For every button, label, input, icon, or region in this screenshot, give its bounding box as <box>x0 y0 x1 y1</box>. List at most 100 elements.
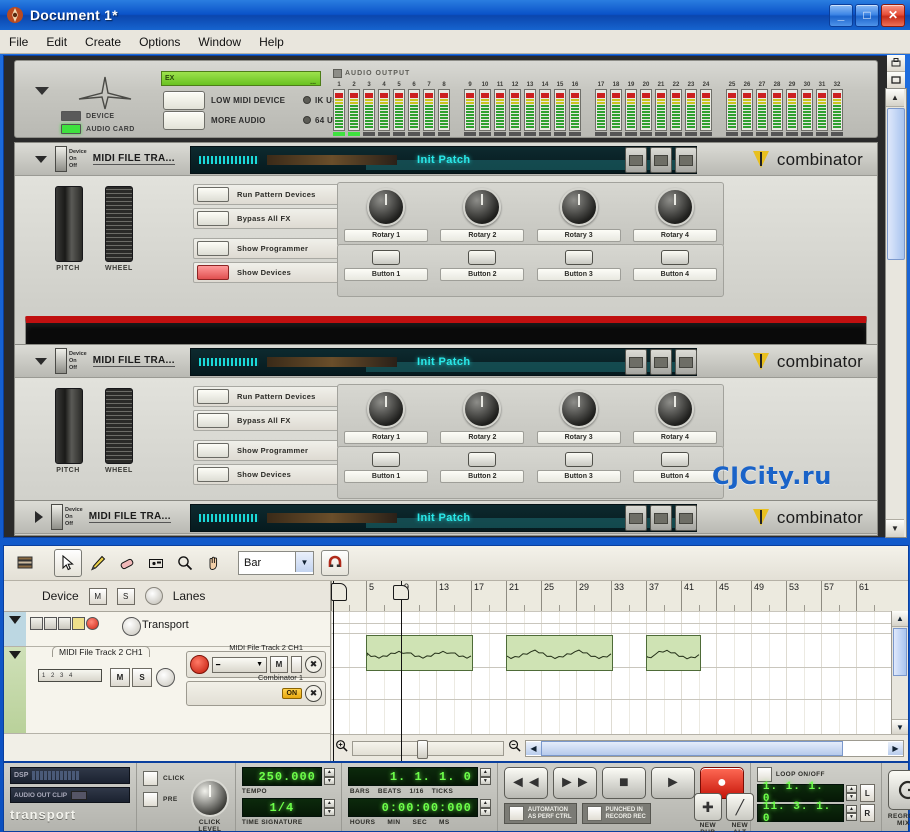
hscroll-left-button[interactable]: ◀ <box>526 741 541 755</box>
track-solo-button[interactable]: S <box>132 668 152 687</box>
rotary-3-knob-1[interactable] <box>559 188 598 226</box>
arrange-vertical-scrollbar[interactable]: ▲ ▼ <box>891 611 908 735</box>
rack-print-icon[interactable] <box>887 55 905 72</box>
zoom-slider-thumb[interactable] <box>417 739 428 759</box>
automation-as-perf-ctrl-toggle[interactable]: AUTOMATION AS PERF CTRL <box>503 803 577 824</box>
bypass-all-fx-button-1[interactable] <box>197 211 229 226</box>
forward-button[interactable]: ►► <box>552 767 597 799</box>
menu-options[interactable]: Options <box>130 33 189 51</box>
position-value[interactable]: 1. 1. 1. 0 <box>347 767 478 786</box>
timeline-ruler[interactable]: 15913172125293337414549535761 <box>331 581 908 612</box>
combinator-device-3[interactable]: Device On Off MIDI FILE TRA... Init Patc… <box>14 500 878 536</box>
mod-wheel-1[interactable]: WHEEL <box>105 186 133 272</box>
loop-right-value[interactable]: 11. 3. 1. 0 <box>756 801 845 825</box>
new-dub-button[interactable]: ✚ <box>693 793 722 821</box>
arrow-tool-icon[interactable] <box>54 549 82 577</box>
show-programmer-button-1[interactable] <box>197 241 229 256</box>
patch-save-button-2[interactable] <box>675 349 697 375</box>
arrangement-area[interactable]: 15913172125293337414549535761 ▲ ▼ <box>331 581 908 761</box>
lane-level-button[interactable] <box>291 656 302 673</box>
rack-scroll-down-button[interactable]: ▼ <box>886 519 904 537</box>
button-3-switch-1[interactable] <box>564 250 593 265</box>
menu-window[interactable]: Window <box>189 33 250 51</box>
rotary-2-knob-1[interactable] <box>463 188 502 226</box>
rack-window-icon[interactable] <box>887 72 905 89</box>
minimize-button[interactable]: _ <box>829 3 853 27</box>
more-audio-button[interactable] <box>163 111 205 130</box>
automation-perf-checkbox[interactable] <box>508 806 524 821</box>
patch-browse-button-2[interactable] <box>625 349 647 375</box>
pencil-tool-icon[interactable] <box>85 550 111 576</box>
click-level-knob[interactable] <box>190 779 229 817</box>
rotary-4-knob-1[interactable] <box>655 188 694 226</box>
zoom-out-icon[interactable] <box>508 739 521 757</box>
magnet-snap-icon[interactable] <box>321 550 349 576</box>
show-devices-button-2[interactable] <box>197 467 229 482</box>
rotary-1-group-2[interactable]: Rotary 1 <box>344 390 429 444</box>
pre-row[interactable]: PRE <box>143 792 185 807</box>
position-spinner[interactable]: ▲ ▼ <box>479 768 491 785</box>
show-programmer-button-2[interactable] <box>197 443 229 458</box>
automation-clip[interactable] <box>506 635 613 671</box>
mod-wheel-2[interactable]: WHEEL <box>105 388 133 474</box>
time-spinner[interactable]: ▲ ▼ <box>479 799 491 816</box>
fold-arrow-icon-2[interactable] <box>35 357 47 365</box>
lane-delete-icon[interactable]: ✖ <box>305 656 322 673</box>
close-button[interactable]: ✕ <box>881 3 905 27</box>
button-2-switch-1[interactable] <box>468 250 497 265</box>
time-value[interactable]: 0:00:00:000 <box>347 798 478 817</box>
rotary-3-group-1[interactable]: Rotary 3 <box>536 188 621 242</box>
new-alt-button[interactable]: ╱ <box>725 793 754 821</box>
run-pattern-devices-button-1[interactable] <box>197 187 229 202</box>
click-row[interactable]: CLICK <box>143 771 185 786</box>
patch-folder-button-1[interactable] <box>650 147 672 173</box>
end-marker-line[interactable] <box>401 581 402 761</box>
rewind-button[interactable]: ◄◄ <box>503 767 548 799</box>
button-3-group-2[interactable]: Button 3 <box>536 452 621 483</box>
button-2-group-2[interactable]: Button 2 <box>440 452 525 483</box>
lane-automation-row[interactable]: Combinator 1 ON ✖ <box>186 673 326 706</box>
magnify-tool-icon[interactable] <box>172 550 198 576</box>
button-4-group-1[interactable]: Button 4 <box>632 250 717 281</box>
transport-track-fold[interactable] <box>4 612 26 646</box>
table-row[interactable]: Transport <box>4 612 330 647</box>
rack-scroll-up-button[interactable]: ▲ <box>886 89 904 107</box>
button-2-group-1[interactable]: Button 2 <box>440 250 525 281</box>
arrange-scrollbar-thumb[interactable] <box>893 628 907 676</box>
button-1-switch-2[interactable] <box>372 452 401 467</box>
rotary-4-group-2[interactable]: Rotary 4 <box>632 390 717 444</box>
zoom-in-icon[interactable] <box>335 739 348 757</box>
button-2-switch-2[interactable] <box>468 452 497 467</box>
arrange-scroll-up-button[interactable]: ▲ <box>892 611 908 627</box>
maximize-button[interactable]: □ <box>855 3 879 27</box>
lane-select[interactable]: ━ ▼ <box>212 656 267 673</box>
loop-right-spinner[interactable]: ▲ ▼ <box>846 805 857 821</box>
lane-record-button[interactable] <box>190 655 209 674</box>
rotary-1-knob-1[interactable] <box>367 188 406 226</box>
button-3-switch-2[interactable] <box>564 452 593 467</box>
loop-left-value[interactable]: 1. 1. 1. 0 <box>756 781 845 805</box>
lane-on-button[interactable]: ON <box>281 688 302 699</box>
snap-value-select[interactable]: Bar ▼ <box>238 551 314 575</box>
rotary-4-group-1[interactable]: Rotary 4 <box>632 188 717 242</box>
automation-clip[interactable] <box>646 635 701 671</box>
button-3-group-1[interactable]: Button 3 <box>536 250 621 281</box>
automation-clip[interactable] <box>366 635 473 671</box>
combinator-1-patch-display[interactable]: Init Patch <box>190 146 697 174</box>
arrange-horizontal-scrollbar[interactable]: ◀ ▶ <box>525 739 904 757</box>
track-mute-button[interactable]: M <box>110 668 130 687</box>
razor-tool-icon[interactable] <box>143 550 169 576</box>
bypass-all-fx-button-2[interactable] <box>197 413 229 428</box>
eraser-tool-icon[interactable] <box>114 550 140 576</box>
arrange-lanes[interactable] <box>331 611 908 735</box>
patch-browse-button-1[interactable] <box>625 147 647 173</box>
loop-left-spinner[interactable]: ▲ ▼ <box>846 785 857 801</box>
rotary-2-knob-2[interactable] <box>463 390 502 428</box>
button-4-group-2[interactable]: Button 4 <box>632 452 717 483</box>
tempo-value[interactable]: 250.000 <box>241 767 322 786</box>
play-button[interactable]: ► <box>650 767 695 799</box>
device-power-switch-3[interactable] <box>51 504 63 530</box>
rotary-3-knob-2[interactable] <box>559 390 598 428</box>
timesig-spinner[interactable]: ▲ ▼ <box>323 799 335 816</box>
fold-arrow-icon-3[interactable] <box>35 511 43 523</box>
